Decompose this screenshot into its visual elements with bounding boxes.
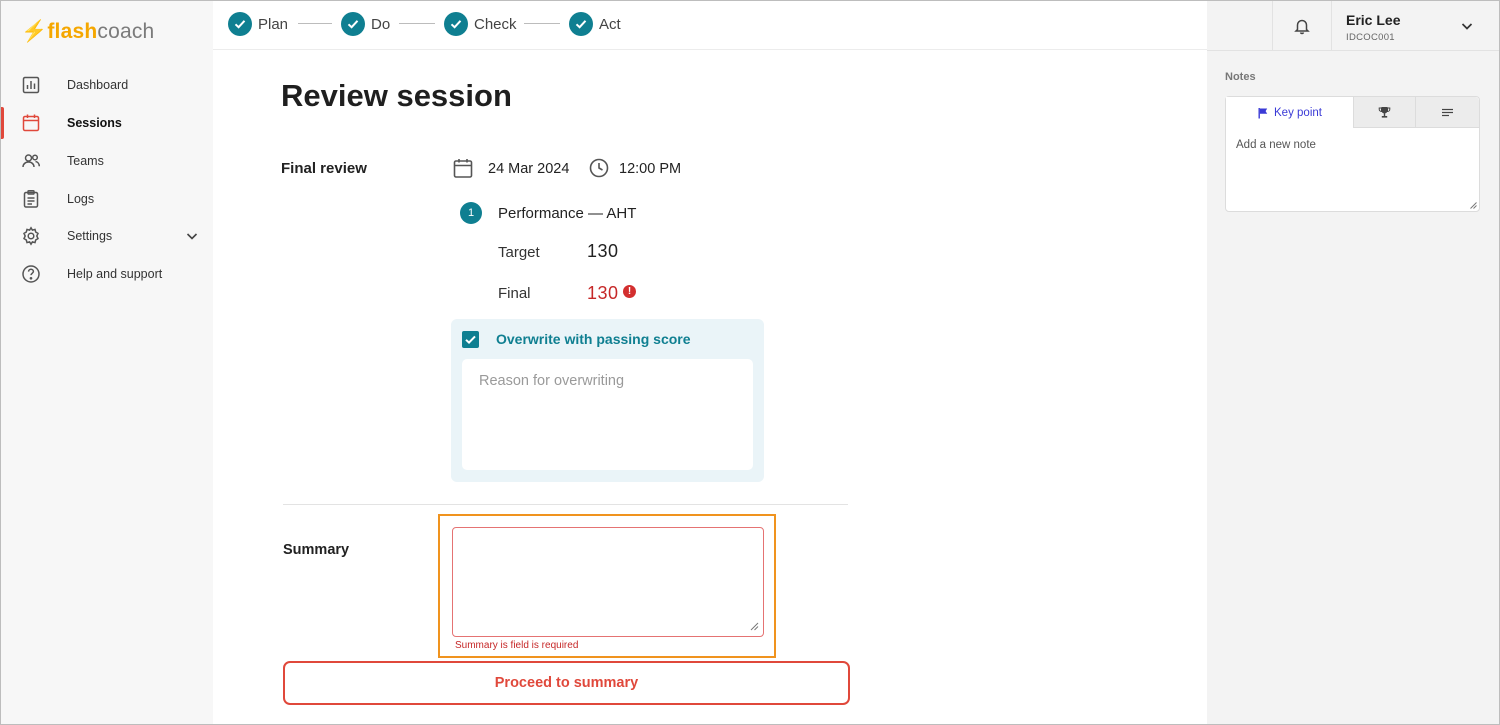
notes-tab-label: Key point	[1274, 106, 1322, 119]
check-circle-icon	[444, 12, 468, 36]
metric-name: Performance — AHT	[498, 205, 637, 222]
step-label: Check	[474, 15, 517, 33]
calendar-icon	[453, 159, 473, 178]
sidebar-item-label: Sessions	[67, 116, 122, 130]
sidebar-item-label: Settings	[67, 229, 113, 243]
summary-error-message: Summary is field is required	[455, 640, 579, 651]
step-plan[interactable]: Plan	[228, 11, 288, 37]
calendar-icon	[22, 114, 40, 132]
metric-number-badge: 1	[460, 202, 482, 224]
trophy-icon	[1378, 106, 1391, 118]
resize-grip-icon[interactable]	[1469, 201, 1477, 209]
target-label: Target	[498, 244, 540, 261]
notes-tab-trophy[interactable]	[1354, 97, 1416, 128]
session-date: 24 Mar 2024	[488, 161, 570, 177]
lines-icon	[1442, 108, 1453, 116]
step-label: Plan	[258, 15, 289, 33]
notifications-button[interactable]	[1272, 1, 1332, 51]
lightning-bolt-icon: ⚡	[21, 20, 48, 43]
notes-tab-text[interactable]	[1416, 97, 1479, 128]
step-act[interactable]: Act	[569, 11, 621, 37]
sidebar-item-label: Help and support	[67, 267, 163, 281]
flashcoach-logo[interactable]: ⚡flashcoach	[21, 20, 154, 44]
summary-label: Summary	[283, 542, 350, 558]
overwrite-panel: Overwrite with passing score	[451, 319, 764, 482]
sidebar-item-label: Logs	[67, 192, 95, 206]
logo-coach-text: coach	[97, 20, 155, 43]
sidebar-item-label: Dashboard	[67, 78, 129, 92]
clock-icon	[589, 158, 609, 178]
logo-flash-text: flash	[47, 20, 98, 43]
target-value: 130	[587, 241, 619, 261]
flag-icon	[1258, 107, 1268, 118]
check-circle-icon	[569, 12, 593, 36]
resize-grip-icon[interactable]	[749, 621, 759, 631]
session-time: 12:00 PM	[619, 161, 682, 177]
overwrite-reason-input[interactable]	[462, 359, 753, 470]
chevron-down-icon[interactable]	[1460, 19, 1474, 33]
sidebar-item-logs[interactable]: Logs	[1, 181, 213, 217]
step-label: Act	[599, 15, 621, 33]
bell-icon	[1294, 19, 1310, 35]
final-label: Final	[498, 285, 531, 302]
step-connector	[399, 23, 435, 24]
people-icon	[22, 154, 41, 168]
header-divider	[1207, 50, 1499, 51]
step-label: Do	[371, 15, 391, 33]
step-connector	[298, 23, 332, 24]
user-id: IDCOC001	[1346, 32, 1395, 43]
final-value: 130	[587, 283, 619, 303]
header-divider	[213, 49, 1207, 50]
overwrite-checkbox[interactable]	[462, 331, 479, 348]
chevron-down-icon[interactable]	[184, 228, 200, 244]
sidebar-item-settings[interactable]: Settings	[1, 218, 213, 254]
step-check[interactable]: Check	[444, 11, 517, 37]
check-circle-icon	[228, 12, 252, 36]
section-divider	[283, 504, 848, 505]
final-review-label: Final review	[281, 160, 367, 177]
proceed-to-summary-button[interactable]: Proceed to summary	[283, 661, 850, 705]
check-circle-icon	[341, 12, 365, 36]
sidebar-item-dashboard[interactable]: Dashboard	[1, 67, 213, 103]
overwrite-label[interactable]: Overwrite with passing score	[496, 331, 691, 347]
new-note-input[interactable]	[1226, 128, 1479, 211]
bar-chart-icon	[22, 76, 40, 94]
sidebar-item-teams[interactable]: Teams	[1, 143, 213, 179]
sidebar-item-sessions[interactable]: Sessions	[1, 105, 213, 141]
clipboard-icon	[23, 190, 39, 208]
step-do[interactable]: Do	[341, 11, 390, 37]
notes-card: Key point	[1225, 96, 1480, 212]
sidebar-item-help[interactable]: Help and support	[1, 256, 213, 292]
sidebar-item-label: Teams	[67, 154, 104, 168]
sidebar: ⚡flashcoach Dashboard Sessions Teams Log…	[1, 1, 213, 724]
notes-heading: Notes	[1225, 71, 1256, 83]
help-circle-icon	[22, 265, 40, 283]
alert-icon: !	[623, 285, 636, 298]
gear-icon	[23, 226, 39, 246]
user-name: Eric Lee	[1346, 12, 1401, 28]
page-title: Review session	[281, 78, 512, 113]
step-connector	[524, 23, 560, 24]
summary-input[interactable]	[452, 527, 764, 637]
notes-tab-key-point[interactable]: Key point	[1226, 97, 1354, 128]
